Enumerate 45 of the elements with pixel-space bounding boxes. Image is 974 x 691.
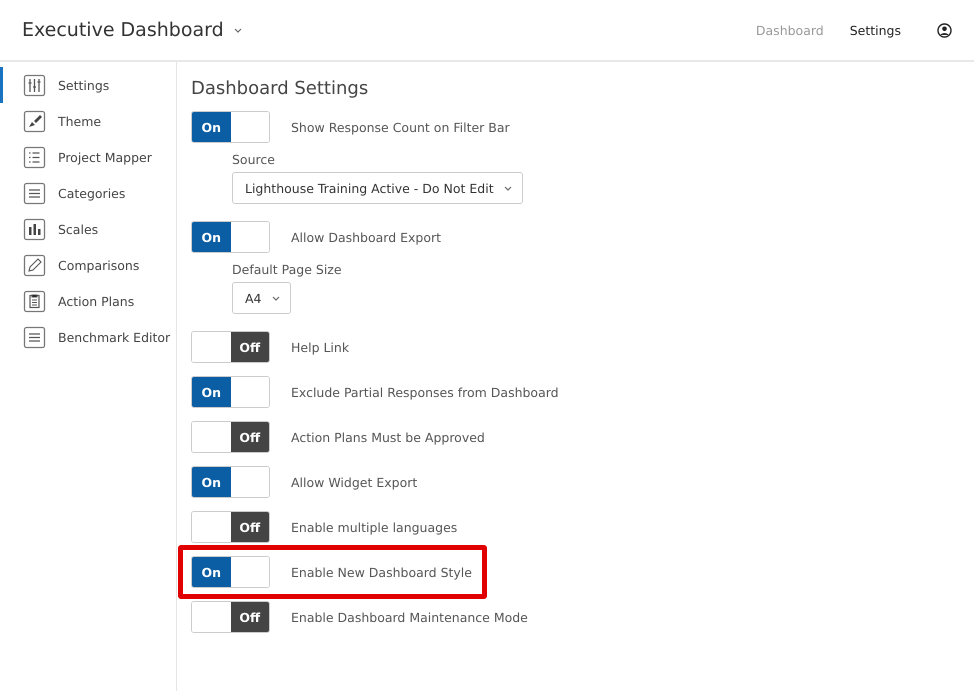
sidebar-item[interactable]: Benchmark Editor	[0, 319, 176, 355]
dropdown[interactable]: A4	[232, 282, 291, 314]
toggle-switch[interactable]: On	[191, 376, 270, 408]
lines-icon	[23, 326, 46, 348]
clipboard-icon	[23, 290, 46, 312]
section-title: Dashboard Settings	[191, 78, 370, 99]
sidebar-item[interactable]: Theme	[0, 103, 176, 139]
list-icon	[23, 146, 46, 168]
toggle-switch[interactable]: Off	[191, 421, 270, 453]
setting-label: Enable multiple languages	[291, 520, 458, 534]
nav-link[interactable]: Settings	[850, 22, 901, 38]
field-label: Source	[232, 152, 275, 167]
setting-label: Enable Dashboard Maintenance Mode	[291, 610, 528, 624]
caret-icon	[272, 296, 280, 300]
toggle-switch[interactable]: On	[191, 556, 270, 588]
dashboard-title[interactable]: Executive Dashboard	[22, 19, 242, 41]
setting-label: Enable New Dashboard Style	[291, 564, 472, 580]
caret-icon	[504, 186, 512, 190]
setting-label: Action Plans Must be Approved	[291, 430, 485, 444]
toggle-switch[interactable]: Off	[191, 331, 270, 363]
lines-icon	[23, 182, 46, 204]
toggle-switch[interactable]: Off	[191, 511, 270, 543]
paintbrush-icon	[23, 110, 46, 132]
pencil-icon	[23, 254, 46, 276]
field-label: Default Page Size	[232, 262, 342, 277]
user-icon[interactable]	[937, 22, 952, 38]
sidebar-item[interactable]: Settings	[0, 67, 176, 103]
sidebar-item[interactable]: Categories	[0, 175, 176, 211]
sidebar-item[interactable]: Comparisons	[0, 247, 176, 283]
toggle-switch[interactable]: On	[191, 111, 270, 143]
sidebar-item[interactable]: Action Plans	[0, 283, 176, 319]
sliders-icon	[23, 74, 46, 96]
toggle-switch[interactable]: On	[191, 466, 270, 498]
toggle-switch[interactable]: Off	[191, 601, 270, 633]
setting-label: Help Link	[291, 340, 350, 354]
setting-label: Allow Widget Export	[291, 474, 418, 490]
setting-label: Allow Dashboard Export	[291, 230, 442, 244]
sidebar-item[interactable]: Scales	[0, 211, 176, 247]
sidebar-item[interactable]: Project Mapper	[0, 139, 176, 175]
setting-label: Exclude Partial Responses from Dashboard	[291, 384, 559, 400]
caret-icon	[234, 28, 242, 32]
dropdown[interactable]: Lighthouse Training Active - Do Not Edit	[232, 172, 523, 204]
toggle-switch[interactable]: On	[191, 221, 270, 253]
setting-label: Show Response Count on Filter Bar	[291, 120, 510, 134]
bar-chart-icon	[23, 218, 46, 240]
